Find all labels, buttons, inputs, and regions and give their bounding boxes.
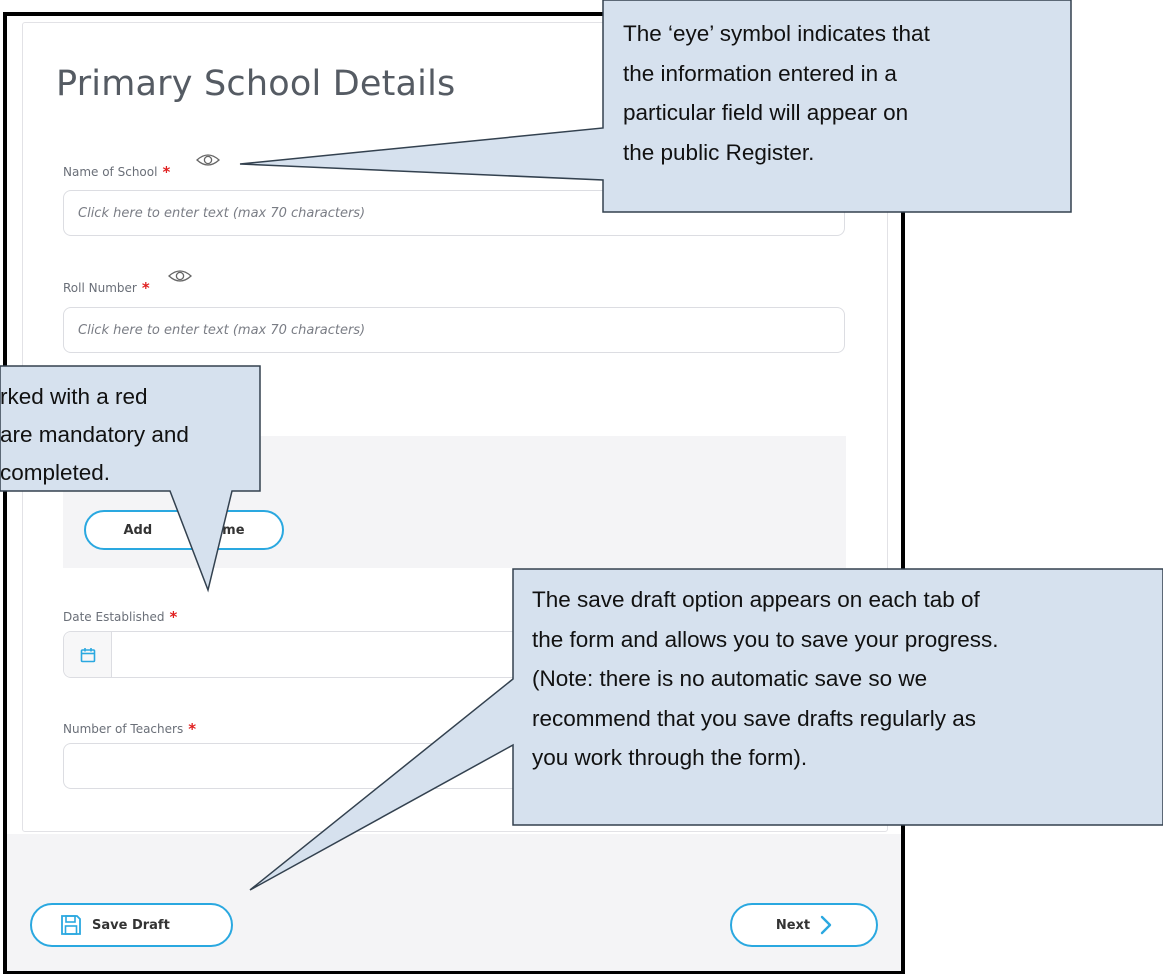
save-draft-callout-text: The save draft option appears on each ta… — [532, 580, 998, 778]
callout-line: particular field will appear on — [623, 100, 909, 125]
callout-line: the public Register. — [623, 139, 815, 165]
callout-line: are mandatory and — [0, 422, 189, 447]
callout-line: The save draft option appears on each ta… — [532, 587, 980, 612]
callout-line: completed. — [0, 460, 111, 485]
callout-line: the information entered in a — [623, 60, 897, 86]
callout-line: The ‘eye’ symbol indicates that — [623, 21, 930, 46]
callout-line: recommend that you save drafts regularly… — [532, 705, 976, 731]
eye-callout-text: The ‘eye’ symbol indicates that the infor… — [623, 14, 930, 172]
mandatory-callout-text: rked with a red are mandatory and complete… — [0, 378, 189, 492]
callout-line: the form and allows you to save your pro… — [532, 626, 999, 652]
callout-line: you work through the form). — [532, 745, 808, 770]
callout-line: (Note: there is no automatic save so we — [532, 666, 928, 691]
callout-line: rked with a red — [0, 384, 148, 409]
